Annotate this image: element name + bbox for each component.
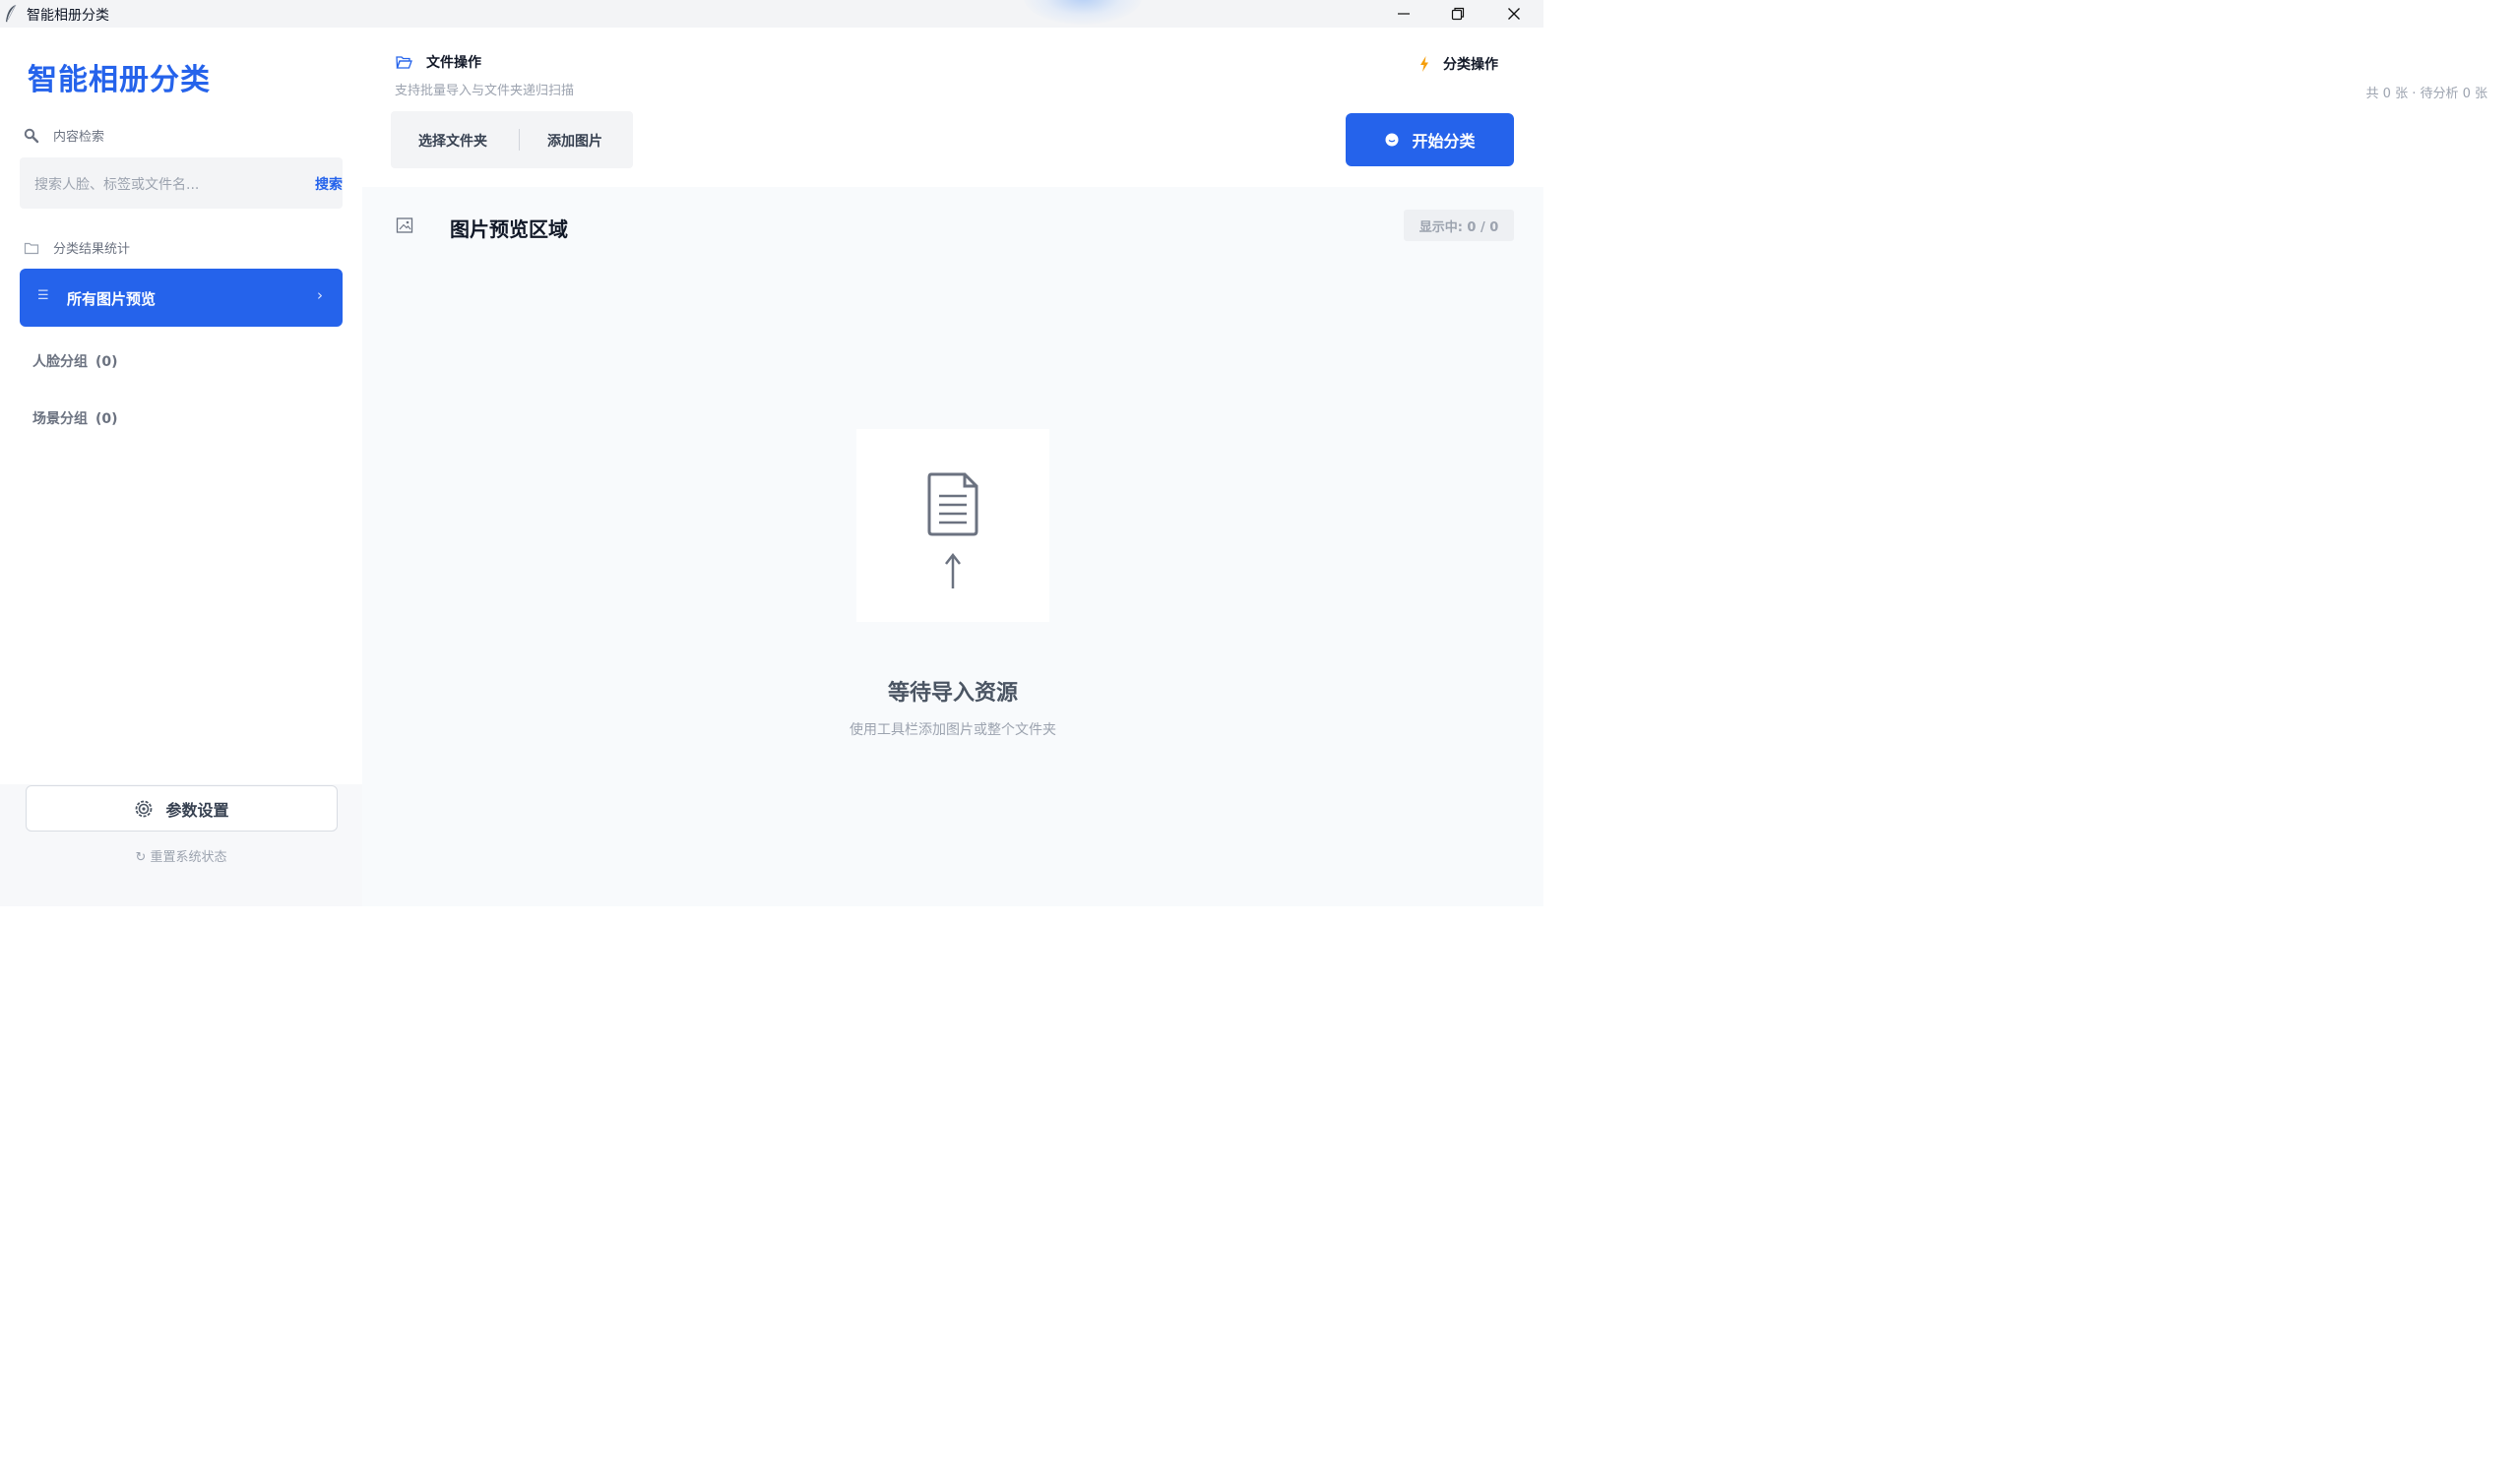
restore-button[interactable] — [1430, 0, 1485, 28]
settings-label: 参数设置 — [165, 800, 229, 820]
lightning-icon — [1420, 56, 1428, 72]
menu-lines-icon: ☰ — [37, 288, 49, 303]
empty-state-card — [856, 429, 1049, 622]
toolbar-divider — [519, 129, 520, 151]
empty-state-subtitle: 使用工具栏添加图片或整个文件夹 — [850, 722, 1056, 738]
brain-icon — [1385, 133, 1399, 147]
window-titlebar: 智能相册分类 — [0, 0, 1544, 28]
close-icon — [1508, 8, 1520, 20]
file-toolbar: 选择文件夹 添加图片 — [391, 111, 633, 168]
search-button[interactable]: 搜索 — [315, 174, 343, 194]
classify-title: 分类操作 — [1443, 57, 1498, 73]
sidebar-item-face-groups[interactable]: 人脸分组 (0) — [32, 351, 118, 371]
minimize-button[interactable] — [1376, 0, 1431, 28]
search-section-label: 内容检索 — [24, 126, 104, 145]
chevron-right-icon: › — [317, 286, 323, 304]
classify-stats: 共 0 张 · 待分析 0 张 — [2365, 87, 2488, 101]
folder-outline-icon — [24, 240, 39, 256]
image-frame-icon — [396, 217, 413, 233]
showing-count-badge: 显示中: 0 / 0 — [1404, 210, 1514, 241]
titlebar-glow — [1024, 0, 1142, 25]
stats-section-text: 分类结果统计 — [53, 242, 131, 257]
start-classify-button[interactable]: 开始分类 — [1346, 113, 1514, 166]
refresh-icon: ↻ — [135, 850, 151, 865]
restore-icon — [1451, 7, 1465, 21]
close-button[interactable] — [1486, 0, 1542, 28]
brand-title: 智能相册分类 — [28, 63, 211, 97]
file-ops-header: 文件操作 — [396, 52, 481, 72]
file-ops-subtitle: 支持批量导入与文件夹递归扫描 — [395, 84, 575, 98]
search-section-text: 内容检索 — [53, 130, 105, 145]
sidebar-item-label: 所有图片预览 — [67, 290, 157, 308]
file-ops-title: 文件操作 — [426, 55, 481, 71]
sidebar-item-label: 场景分组 — [32, 411, 88, 427]
search-input[interactable]: 搜索人脸、标签或文件名... 搜索 — [20, 157, 343, 209]
reset-label: 重置系统状态 — [150, 850, 227, 865]
stats-section-label: 分类结果统计 — [24, 238, 130, 257]
preview-title: 图片预览区域 — [450, 217, 568, 241]
start-classify-label: 开始分类 — [1412, 132, 1476, 151]
sidebar-item-all-images[interactable]: ☰ 所有图片预览 › — [20, 269, 343, 327]
select-folder-button[interactable]: 选择文件夹 — [418, 131, 487, 151]
reset-system-link[interactable]: ↻ 重置系统状态 — [0, 846, 362, 865]
gear-icon — [136, 800, 153, 817]
document-upload-icon — [927, 472, 978, 588]
add-images-button[interactable]: 添加图片 — [547, 131, 602, 151]
sidebar-item-scene-groups[interactable]: 场景分组 (0) — [32, 408, 118, 428]
folder-open-icon — [396, 55, 412, 69]
sidebar-item-count: (0) — [95, 411, 118, 427]
empty-state-title: 等待导入资源 — [887, 681, 1018, 706]
sidebar-item-label: 人脸分组 — [32, 354, 88, 370]
search-placeholder: 搜索人脸、标签或文件名... — [34, 177, 200, 193]
settings-button[interactable]: 参数设置 — [26, 785, 338, 832]
window-title: 智能相册分类 — [27, 8, 109, 24]
magnifier-icon — [24, 128, 39, 144]
classify-header: 分类操作 — [1419, 54, 1498, 74]
feather-icon — [6, 4, 17, 23]
sidebar-item-count: (0) — [95, 354, 118, 370]
minimize-icon — [1398, 13, 1410, 15]
